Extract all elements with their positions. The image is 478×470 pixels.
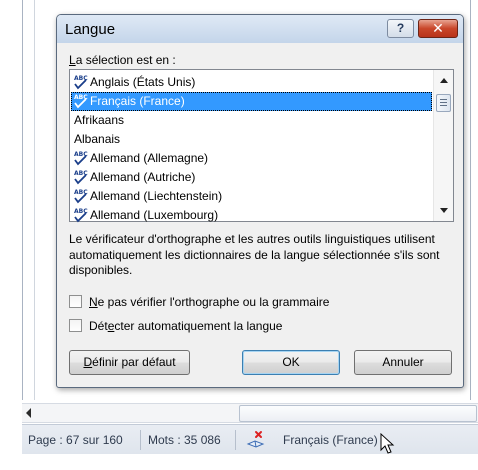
status-word-count[interactable]: Mots : 35 086 <box>148 433 221 447</box>
language-label: Allemand (Liechtenstein) <box>90 189 223 203</box>
language-label: Français (France) <box>90 94 185 108</box>
ok-button[interactable]: OK <box>242 350 340 375</box>
auto-detect-language-label[interactable]: Détecter automatiquement la langue <box>89 318 282 334</box>
dialog-titlebar[interactable]: Langue ? ✕ <box>57 15 463 43</box>
window-bottom-edge <box>0 454 478 470</box>
spellcheck-abc-icon: ABC <box>74 170 88 185</box>
language-list-item[interactable]: ABC Allemand (Allemagne) <box>71 149 432 168</box>
language-list-item[interactable]: Albanais <box>71 130 432 149</box>
spellcheck-abc-icon: ABC <box>74 208 88 223</box>
language-list-item[interactable]: ABC Allemand (Autriche) <box>71 168 432 187</box>
language-list-item[interactable]: ABC Allemand (Luxembourg) <box>71 206 432 225</box>
dialog-title: Langue <box>65 21 116 38</box>
language-dialog: Langue ? ✕ La sélection est en : ABC Alle… <box>56 14 464 388</box>
document-right-edge <box>470 0 471 400</box>
spellcheck-abc-icon: ABC <box>74 75 88 90</box>
language-label: Allemand (Allemagne) <box>90 151 209 165</box>
status-page-count[interactable]: Page : 67 sur 160 <box>28 433 123 447</box>
language-list-item[interactable]: ABC Allemand (Liechtenstein) <box>71 187 432 206</box>
status-bar: Page : 67 sur 160 Mots : 35 086 Français… <box>22 424 478 454</box>
set-default-button[interactable]: Définir par défaut <box>69 350 190 375</box>
spellcheck-abc-icon: ABC <box>74 151 88 166</box>
language-list-item[interactable]: ABC Français (France) <box>71 92 432 111</box>
mouse-cursor-icon <box>380 433 395 454</box>
document-margin-line <box>34 0 35 400</box>
horizontal-scroll-thumb[interactable] <box>239 405 477 422</box>
status-language[interactable]: Français (France) <box>283 433 378 447</box>
info-text: Le vérificateur d'orthographe et les aut… <box>69 232 440 277</box>
spellcheck-abc-icon: ABC <box>74 189 88 204</box>
listbox-scroll-thumb[interactable] <box>436 94 451 112</box>
document-left-edge <box>22 0 23 400</box>
language-listbox[interactable]: ABC Allemand (Luxembourg) ABC Allemand (Lie… <box>69 69 454 225</box>
auto-detect-language-checkbox[interactable] <box>69 319 82 332</box>
status-separator <box>235 430 236 450</box>
language-label: Afrikaans <box>74 113 125 127</box>
language-list-item[interactable]: ABC Anglais (États Unis) <box>71 73 432 92</box>
language-label: Allemand (Luxembourg) <box>90 208 219 222</box>
status-separator <box>140 430 141 450</box>
cancel-button[interactable]: Annuler <box>354 350 452 375</box>
language-list-item[interactable]: Afrikaans <box>71 111 432 130</box>
language-label: Albanais <box>74 132 121 146</box>
language-label: Allemand (Autriche) <box>90 170 196 184</box>
scroll-left-arrow-icon[interactable] <box>26 408 31 418</box>
listbox-vertical-scrollbar[interactable] <box>433 70 453 221</box>
scroll-down-arrow-icon[interactable] <box>440 208 448 213</box>
no-check-grammar-label[interactable]: Ne pas vérifier l'orthographe ou la gram… <box>89 294 329 310</box>
spellcheck-abc-icon: ABC <box>74 94 88 109</box>
horizontal-scrollbar[interactable] <box>22 403 478 423</box>
no-check-grammar-checkbox[interactable] <box>69 295 82 308</box>
scroll-up-arrow-icon[interactable] <box>440 78 448 83</box>
close-button[interactable]: ✕ <box>418 19 458 38</box>
language-label: Anglais (États Unis) <box>90 75 196 89</box>
spellcheck-book-icon[interactable] <box>246 430 266 450</box>
help-button[interactable]: ? <box>387 19 414 38</box>
selection-label: La sélection est en : <box>69 53 176 67</box>
